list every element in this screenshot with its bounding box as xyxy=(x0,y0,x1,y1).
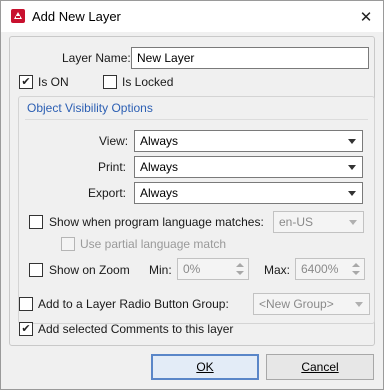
add-new-layer-dialog: Add New Layer ✕ Layer Name: ✔ Is ON Is L… xyxy=(0,0,384,390)
language-select[interactable]: en-US xyxy=(273,211,364,233)
layer-name-input[interactable] xyxy=(131,47,369,69)
object-visibility-title: Object Visibility Options xyxy=(27,101,153,115)
view-select-value: Always xyxy=(140,134,179,148)
title-bar: Add New Layer ✕ xyxy=(1,1,383,32)
cancel-button-label: Cancel xyxy=(301,360,339,374)
add-comments-label: Add selected Comments to this layer xyxy=(38,322,234,336)
zoom-max-value: 6400% xyxy=(301,262,339,276)
cancel-button[interactable]: Cancel xyxy=(266,354,374,380)
chevron-down-icon[interactable] xyxy=(236,271,244,275)
is-locked-label: Is Locked xyxy=(122,75,174,89)
layer-properties-panel: Layer Name: ✔ Is ON Is Locked Object Vis… xyxy=(9,36,375,346)
is-on-label: Is ON xyxy=(38,75,69,89)
radio-group-label: Add to a Layer Radio Button Group: xyxy=(38,297,229,311)
chevron-down-icon xyxy=(355,302,363,307)
dialog-title: Add New Layer xyxy=(32,9,121,24)
print-select-value: Always xyxy=(140,160,179,174)
show-on-zoom-checkbox[interactable] xyxy=(29,263,43,277)
chevron-down-icon xyxy=(349,220,357,225)
export-select-value: Always xyxy=(140,186,179,200)
close-icon[interactable]: ✕ xyxy=(349,1,383,32)
export-label: Export: xyxy=(88,186,127,200)
language-match-label: Show when program language matches: xyxy=(49,215,264,229)
zoom-min-label: Min: xyxy=(149,263,172,277)
chevron-down-icon[interactable] xyxy=(352,271,360,275)
group-divider xyxy=(25,119,368,120)
language-select-value: en-US xyxy=(279,215,314,229)
view-label: View: xyxy=(99,134,129,148)
chevron-down-icon xyxy=(348,191,356,196)
language-match-checkbox[interactable] xyxy=(29,215,43,229)
zoom-min-stepper[interactable]: 0% xyxy=(177,258,249,280)
ok-button[interactable]: OK xyxy=(151,354,259,380)
print-label: Print: xyxy=(98,160,127,174)
layer-name-label: Layer Name: xyxy=(62,51,131,65)
radio-group-select-value: <New Group> xyxy=(259,297,334,311)
show-on-zoom-label: Show on Zoom xyxy=(49,263,130,277)
ok-button-label: OK xyxy=(196,360,214,374)
add-comments-checkbox[interactable]: ✔ xyxy=(19,322,33,336)
chevron-down-icon xyxy=(348,165,356,170)
zoom-max-stepper[interactable]: 6400% xyxy=(295,258,365,280)
chevron-down-icon xyxy=(348,139,356,144)
zoom-min-value: 0% xyxy=(183,262,201,276)
export-select[interactable]: Always xyxy=(134,182,363,204)
is-on-checkbox[interactable]: ✔ xyxy=(19,75,33,89)
view-select[interactable]: Always xyxy=(134,130,363,152)
is-locked-checkbox[interactable] xyxy=(103,75,117,89)
partial-language-label: Use partial language match xyxy=(80,237,227,251)
print-select[interactable]: Always xyxy=(134,156,363,178)
radio-group-select[interactable]: <New Group> xyxy=(253,293,370,315)
chevron-up-icon[interactable] xyxy=(352,263,360,267)
partial-language-checkbox[interactable] xyxy=(61,237,75,251)
chevron-up-icon[interactable] xyxy=(236,263,244,267)
radio-group-checkbox[interactable] xyxy=(19,297,33,311)
zoom-max-label: Max: xyxy=(264,263,291,277)
pdf-app-icon xyxy=(11,9,25,23)
object-visibility-group: Object Visibility Options View: Always P… xyxy=(18,96,375,324)
